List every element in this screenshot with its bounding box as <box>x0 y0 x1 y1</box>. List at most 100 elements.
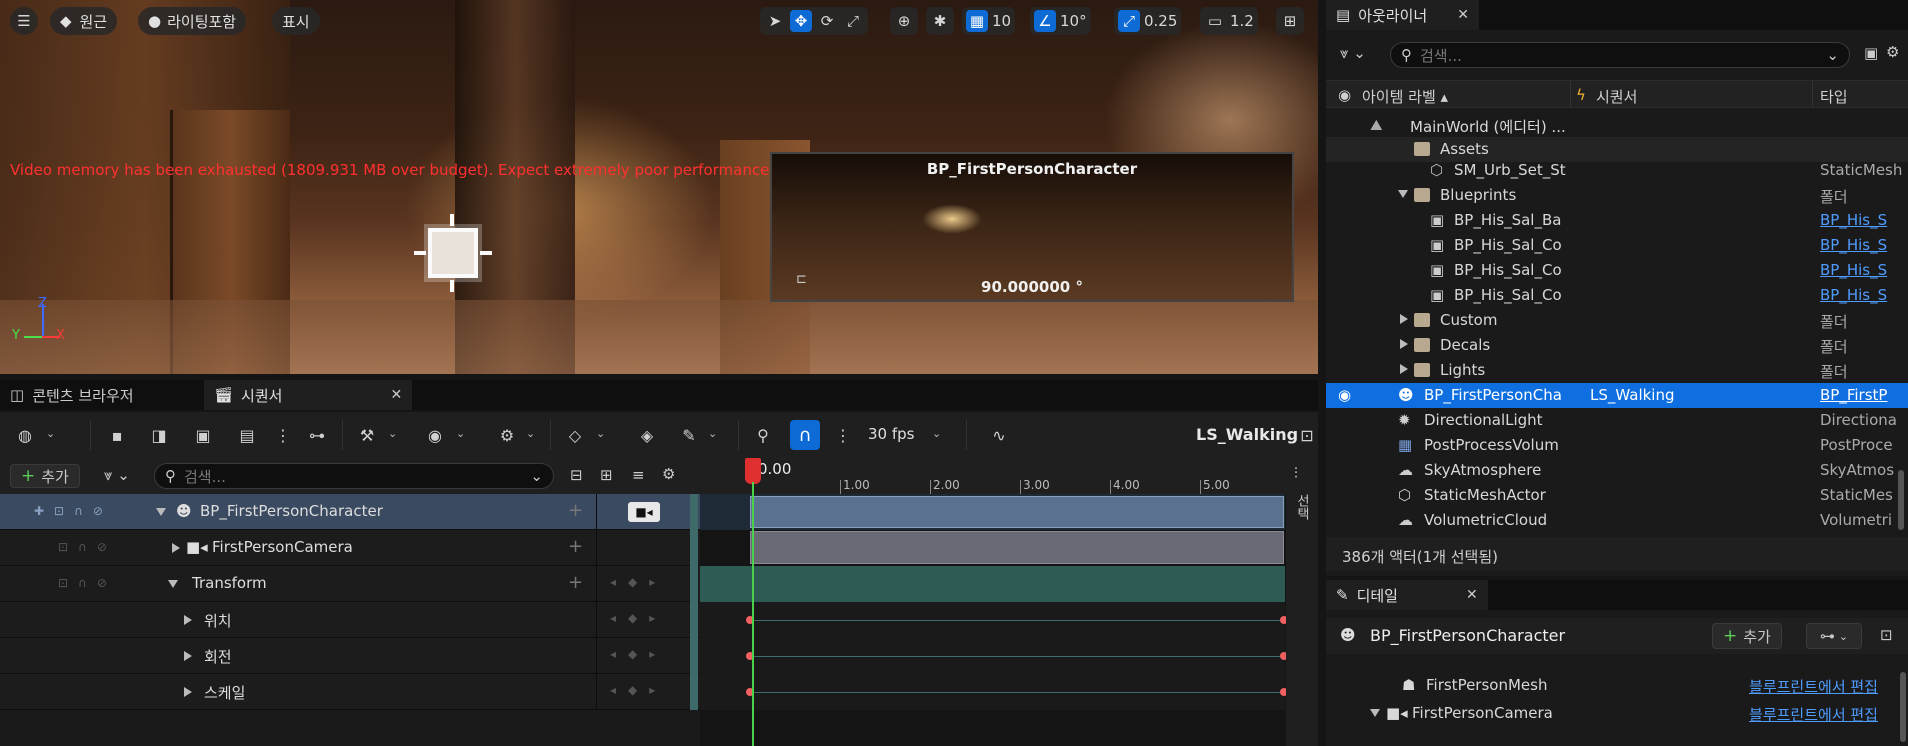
plus-icon[interactable]: + <box>568 536 583 557</box>
edit-in-blueprint-link[interactable]: 블루프린트에서 편집 <box>1749 704 1878 725</box>
collapsed-arrow-icon[interactable] <box>1400 314 1408 324</box>
key-navigation-icon[interactable]: ◂◆▸ <box>610 611 667 625</box>
save-icon[interactable]: ▪ <box>106 424 128 446</box>
show-button[interactable]: 표시 <box>272 7 320 35</box>
render-movie-icon[interactable]: ▤ <box>236 424 258 446</box>
plus-icon[interactable]: + <box>568 500 583 521</box>
outliner-row[interactable]: ▣ BP_His_Sal_Ba BP_His_S <box>1326 208 1908 233</box>
key-diamond-icon[interactable]: ◇ <box>564 424 586 446</box>
tab-content-browser[interactable]: ◫ 콘텐츠 브라우저 <box>0 380 144 410</box>
add-folder-icon[interactable]: ▣ <box>1864 44 1878 62</box>
collapsed-arrow-icon[interactable] <box>184 687 192 697</box>
perspective-button[interactable]: ◆ 원근 <box>50 7 118 35</box>
more-vertical-icon[interactable]: ⋮ <box>832 424 854 446</box>
outliner-row[interactable]: Blueprints 폴더 <box>1326 183 1908 208</box>
outliner-row[interactable]: ⬡ SM_Urb_Set_St StaticMesh <box>1326 158 1908 183</box>
key-navigation-icon[interactable]: ◂◆▸ <box>610 575 667 589</box>
close-icon[interactable]: ✕ <box>1466 587 1478 603</box>
lighting-mode-button[interactable]: ● 라이팅포함 <box>138 7 247 35</box>
viewport-menu-button[interactable]: ☰ <box>10 7 38 35</box>
details-component-row[interactable]: ■◂ FirstPersonCamera 블루프린트에서 편집 <box>1326 700 1908 726</box>
eye-icon[interactable]: ◉ <box>1338 386 1351 404</box>
filter-icon[interactable]: ⩔ ⌄ <box>104 466 130 484</box>
track-scale[interactable]: 스케일 ◂◆▸ <box>0 674 700 710</box>
marker-pin-icon[interactable]: ⚲ <box>752 424 774 446</box>
eye-icon[interactable]: ◉ <box>424 424 446 446</box>
details-scrollbar[interactable] <box>1900 672 1906 742</box>
column-sequencer[interactable]: 시퀀서 <box>1596 86 1637 107</box>
world-local-toggle[interactable]: ⊕ <box>890 7 918 35</box>
gear-icon[interactable]: ⚙ <box>662 465 675 483</box>
outliner-scrollbar[interactable] <box>1898 470 1904 530</box>
translate-icon[interactable]: ✥ <box>790 10 812 32</box>
outliner-search-input[interactable]: ⚲ 검색... ⌄ <box>1390 42 1850 68</box>
hierarchy-icon[interactable]: ⊶ <box>306 424 328 446</box>
transform-section-bar[interactable] <box>700 566 1285 602</box>
track-location[interactable]: 위치 ◂◆▸ <box>0 602 700 638</box>
row-type-link[interactable]: BP_His_S <box>1820 261 1908 279</box>
outliner-row[interactable]: ▣ BP_His_Sal_Co BP_His_S <box>1326 283 1908 308</box>
auto-key-icon[interactable]: ◈ <box>636 424 658 446</box>
sliders-icon[interactable]: ⫶ <box>1294 464 1298 482</box>
lock-icon[interactable]: ⊡ <box>1296 424 1318 446</box>
row-type-link[interactable]: BP_His_S <box>1820 236 1908 254</box>
eye-icon[interactable]: ◉ <box>1338 86 1351 104</box>
expand-icon[interactable]: ⊞ <box>600 466 613 484</box>
viewport-layout-button[interactable]: ⊞ <box>1276 7 1304 35</box>
level-viewport[interactable]: ☰ ◆ 원근 ● 라이팅포함 표시 ➤ ✥ ⟳ ⤢ ⊕ ✱ ▦ 10 ∠ 10°… <box>0 0 1318 374</box>
track-rotation[interactable]: 회전 ◂◆▸ <box>0 638 700 674</box>
magnet-snap-icon[interactable]: ∩ <box>790 420 820 450</box>
select-cursor-icon[interactable]: ➤ <box>764 10 786 32</box>
list-icon[interactable]: ≡ <box>632 466 645 484</box>
outliner-row[interactable]: ▣ BP_His_Sal_Co BP_His_S <box>1326 258 1908 283</box>
outliner-row[interactable]: ☁ SkyAtmosphere SkyAtmos <box>1326 458 1908 483</box>
outliner-row[interactable]: ⬡ StaticMeshActor StaticMes <box>1326 483 1908 508</box>
track-transform[interactable]: ⊡∩⊘ Transform + ◂◆▸ <box>0 566 700 602</box>
row-type-link[interactable]: BP_His_S <box>1820 286 1908 304</box>
surface-snap-toggle[interactable]: ✱ <box>926 7 954 35</box>
edit-in-blueprint-link[interactable]: 블루프린트에서 편집 <box>1749 676 1878 697</box>
grid-snap-group[interactable]: ▦ 10 <box>962 7 1016 35</box>
close-icon[interactable]: ✕ <box>1457 7 1469 23</box>
expanded-arrow-icon[interactable] <box>168 580 178 588</box>
tab-details[interactable]: ✎ 디테일 ✕ <box>1326 580 1488 610</box>
scale-snap-group[interactable]: ⤢ 0.25 <box>1114 7 1182 35</box>
plus-icon[interactable]: + <box>568 572 583 593</box>
blueprint-options-button[interactable]: ⊶ ⌄ <box>1806 623 1862 649</box>
track-component[interactable]: ⊡∩⊘ ■◂ FirstPersonCamera + <box>0 530 700 566</box>
tab-outliner[interactable]: ▤ 아웃라이너 ✕ <box>1326 0 1479 30</box>
track-splitter[interactable] <box>690 494 698 710</box>
rotate-icon[interactable]: ⟳ <box>816 10 838 32</box>
filter-icon[interactable]: ⩔ ⌄ <box>1340 44 1366 62</box>
collapsed-arrow-icon[interactable] <box>1400 339 1408 349</box>
gear-icon[interactable]: ⚙ <box>1886 43 1899 61</box>
actor-section-bar[interactable] <box>750 496 1284 528</box>
track-actor[interactable]: ✚⊡∩⊘ ☻ BP_FirstPersonCharacter + ■◂ <box>0 494 700 530</box>
more-vertical-icon[interactable]: ⋮ <box>272 424 294 446</box>
collapse-icon[interactable]: ⊟ <box>570 466 583 484</box>
column-type[interactable]: 타입 <box>1820 86 1848 107</box>
selection-side-tab[interactable]: 선택 <box>1292 494 1311 520</box>
details-component-row[interactable]: ☗ FirstPersonMesh 블루프린트에서 편집 <box>1326 672 1908 698</box>
outliner-row[interactable]: ▣ BP_His_Sal_Co BP_His_S <box>1326 233 1908 258</box>
outliner-row[interactable]: Decals 폴더 <box>1326 333 1908 358</box>
playhead-handle[interactable] <box>745 458 761 484</box>
collapsed-arrow-icon[interactable] <box>184 651 192 661</box>
add-track-button[interactable]: + 추가 <box>10 464 80 488</box>
scale-icon[interactable]: ⤢ <box>842 10 864 32</box>
column-item-label[interactable]: 아이템 라벨 ▴ <box>1362 86 1448 107</box>
row-type-link[interactable]: BP_FirstP <box>1820 386 1908 404</box>
add-component-button[interactable]: + 추가 <box>1712 623 1782 649</box>
row-type-link[interactable]: BP_His_S <box>1820 211 1908 229</box>
world-icon[interactable]: ◍ <box>14 424 36 446</box>
track-search-input[interactable]: ⚲ 검색... ⌄ <box>154 463 554 489</box>
time-ruler[interactable]: 0.00 1.00 2.00 3.00 4.00 5.00 <box>700 458 1318 494</box>
outliner-row-selected[interactable]: ◉ ☻ BP_FirstPersonCha LS_Walking BP_Firs… <box>1326 383 1908 408</box>
frame-rate-selector[interactable]: 30 fps <box>868 425 914 443</box>
outliner-row[interactable]: ☁ VolumetricCloud Volumetri <box>1326 508 1908 533</box>
brush-icon[interactable]: ✎ <box>678 424 700 446</box>
outliner-row[interactable]: Custom 폴더 <box>1326 308 1908 333</box>
lock-icon[interactable]: ⊡ <box>1880 626 1893 644</box>
collapsed-arrow-icon[interactable] <box>172 543 180 553</box>
camera-add-icon[interactable]: ▣ <box>192 424 214 446</box>
